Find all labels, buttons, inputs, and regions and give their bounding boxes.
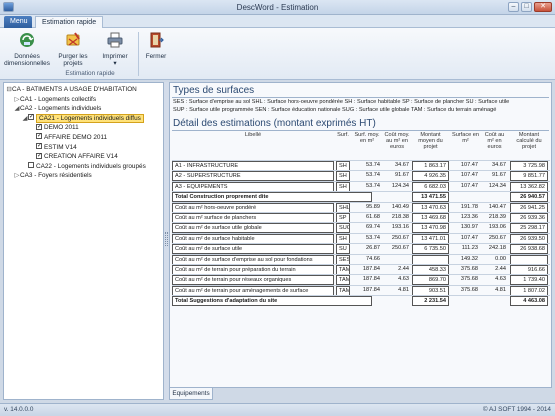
recycle-data-icon xyxy=(20,33,34,47)
table-cell-label: Total Suggestions d'adaptation du site xyxy=(172,296,372,307)
tab-menu[interactable]: Menu xyxy=(4,16,32,28)
tree-checkbox[interactable]: ✓ xyxy=(36,133,42,140)
tree-item[interactable]: ✓ CREATION AFFAIRE V14 xyxy=(30,152,118,161)
tree-item[interactable]: ⊟CA - BATIMENTS A USAGE D'HABITATION xyxy=(6,85,137,94)
column-header[interactable]: Surf. moy. en m² xyxy=(352,132,382,144)
tree-item[interactable]: ▷CA3 - Foyers résidentiels xyxy=(14,171,92,180)
minimize-button[interactable]: – xyxy=(508,2,519,12)
copyright-text: © AJ SOFT 1994 - 2014 xyxy=(482,406,551,413)
fermer-label: Fermer xyxy=(145,53,167,60)
donnees-dimensionnelles-button[interactable]: Données dimensionnelles xyxy=(4,31,50,67)
table-row[interactable]: Coût au m² surface de planchers SP 61.68 21… xyxy=(172,211,550,223)
tree-item-label: CA22 - Logements individuels groupés xyxy=(36,162,146,170)
tree-item-label: CA21 - Logements individuels diffus xyxy=(36,113,144,123)
close-door-icon xyxy=(150,32,164,48)
tree-checkbox[interactable]: ✓ xyxy=(36,152,42,159)
window-title: DescWord - Estimation xyxy=(236,3,319,12)
column-header[interactable]: Coût au m² en euros xyxy=(481,132,508,150)
column-header[interactable]: Montant moyen du projet xyxy=(412,132,449,150)
table-cell-c xyxy=(481,296,508,306)
estimation-table: Libellé Surf. Surf. moy. en m² Coût moy. au… xyxy=(172,132,550,307)
tree-item-label: CREATION AFFAIRE V14 xyxy=(44,153,118,161)
table-row[interactable]: Coût au m² de surface utile globale SUG 69… xyxy=(172,222,550,234)
tree-checkbox[interactable]: ✓ xyxy=(28,114,34,121)
table-row[interactable]: Coût au m² de surface utile SU 26.87 250.67… xyxy=(172,243,550,255)
table-total-row[interactable]: Total Suggestions d'adaptation du site 2 … xyxy=(172,295,550,307)
broom-purge-icon xyxy=(66,32,80,46)
tree-item[interactable]: CA22 - Logements individuels groupés xyxy=(22,162,146,171)
splitter-grip-icon[interactable] xyxy=(165,232,168,246)
maximize-button[interactable]: □ xyxy=(521,2,532,12)
table-row[interactable]: A1 - INFRASTRUCTURE SH 53.74 34.67 1 863.17 1… xyxy=(172,160,550,171)
imprimer-dropdown-icon[interactable]: ▾ xyxy=(97,60,133,67)
section-divider xyxy=(172,130,549,131)
printer-icon xyxy=(107,32,123,48)
tab-estimation-rapide[interactable]: Estimation rapide xyxy=(35,16,104,28)
detail-estimations-title: Détail des estimations (montant exprimés… xyxy=(173,118,376,129)
table-total-row[interactable]: Total Construction proprement dite 13 471… xyxy=(172,191,550,203)
table-row[interactable]: A3 - EQUIPEMENTS SH 53.74 124.34 6 682.03 107… xyxy=(172,180,550,192)
types-surfaces-line-2: SUP : Surface utile programmée SEN : Sur… xyxy=(173,107,497,113)
table-cell-mmoy: 2 231.54 xyxy=(412,296,449,307)
column-header[interactable]: Coût moy. au m² en euros xyxy=(383,132,411,150)
project-tree-panel: ⊟CA - BATIMENTS A USAGE D'HABITATION ▷CA1… xyxy=(3,82,164,400)
purger-projets-button[interactable]: Purger les projets xyxy=(54,31,92,67)
table-row[interactable]: A2 - SUPERSTRUCTURE SH 53.74 91.67 4 926.35 1… xyxy=(172,170,550,182)
tree-item-label: AFFAIRE DEMO 2011 xyxy=(44,134,108,141)
ribbon: Données dimensionnelles Purger les proje… xyxy=(0,28,555,80)
ribbon-group-label: Estimation rapide xyxy=(65,70,115,77)
table-cell-mc: 4 463.08 xyxy=(510,296,548,307)
table-row[interactable]: Coût au m² de terrain pour réseaux organ… xyxy=(172,274,550,286)
window-titlebar: DescWord - Estimation – □ ✕ xyxy=(0,0,555,15)
app-icon[interactable] xyxy=(3,2,14,12)
tab-equipements[interactable]: Equipements xyxy=(169,388,213,400)
tree-item[interactable]: ◢CA2 - Logements individuels xyxy=(14,104,102,113)
purger-projets-label: Purger les projets xyxy=(58,53,88,67)
close-window-button[interactable]: ✕ xyxy=(534,2,552,12)
tree-item[interactable]: ✓ DEMO 2011 xyxy=(30,123,79,132)
status-bar: v. 14.0.0.0 © AJ SOFT 1994 - 2014 xyxy=(0,403,555,416)
ribbon-tabs: Menu Estimation rapide xyxy=(0,15,555,28)
tree-item-label: CA3 - Foyers résidentiels xyxy=(20,172,92,180)
tree-item[interactable]: ▷CA1 - Logements collectifs xyxy=(14,95,96,104)
tree-item-label: DEMO 2011 xyxy=(44,124,79,132)
tree-item[interactable]: ◢ ✓ CA21 - Logements individuels diffus xyxy=(22,113,144,123)
tree-item-label: CA1 - Logements collectifs xyxy=(20,95,97,103)
table-row[interactable]: Coût au m² de terrain pour préparation d… xyxy=(172,263,550,275)
table-header: Libellé Surf. Surf. moy. en m² Coût moy. au… xyxy=(172,132,550,160)
table-row[interactable]: Coût au m² de surface d'emprise au sol p… xyxy=(172,253,550,265)
column-header[interactable]: Surf. xyxy=(336,132,350,138)
imprimer-label: Imprimer xyxy=(102,53,128,60)
column-header[interactable]: Surface en m² xyxy=(451,132,480,144)
table-cell-s xyxy=(451,296,480,306)
table-row[interactable]: Coût au m² hors-oeuvre pondéré SHL 95.89 14… xyxy=(172,201,550,213)
tree-checkbox[interactable]: ✓ xyxy=(36,123,42,130)
types-surfaces-line-1: SES : Surface d'emprise au sol SHL : Sur… xyxy=(173,99,510,105)
version-text: v. 14.0.0.0 xyxy=(4,406,34,413)
column-header[interactable]: Libellé xyxy=(172,132,334,138)
column-header[interactable]: Montant calculé du projet xyxy=(510,132,548,150)
table-row[interactable]: Coût au m² de surface habitable SH 53.74 25… xyxy=(172,232,550,244)
quick-access-toolbar xyxy=(3,2,14,12)
table-row[interactable]: Coût au m² de terrain pour aménagements … xyxy=(172,284,550,296)
tree-item[interactable]: ✓ AFFAIRE DEMO 2011 xyxy=(30,133,107,142)
tree-checkbox[interactable] xyxy=(28,162,34,169)
fermer-button[interactable]: Fermer xyxy=(143,31,169,60)
tree-item-label: CA2 - Logements individuels xyxy=(20,105,102,113)
window-controls: – □ ✕ xyxy=(508,2,552,12)
tree-checkbox[interactable]: ✓ xyxy=(36,142,42,149)
tree-item-label: ESTIM V14 xyxy=(44,143,77,151)
tree-item[interactable]: ✓ ESTIM V14 xyxy=(30,142,77,152)
types-surfaces-title: Types de surfaces xyxy=(173,85,255,96)
imprimer-button[interactable]: Imprimer ▾ xyxy=(97,31,133,67)
donnees-dimensionnelles-label: Données dimensionnelles xyxy=(4,53,50,67)
estimation-panel: Types de surfaces SES : Surface d'empris… xyxy=(169,82,552,388)
tree-item-label: CA - BATIMENTS A USAGE D'HABITATION xyxy=(12,86,137,93)
